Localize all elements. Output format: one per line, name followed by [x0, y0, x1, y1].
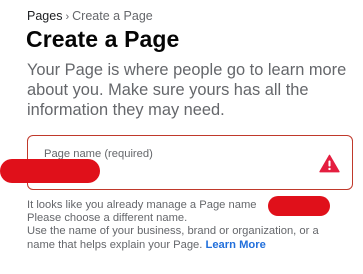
- hint-line2-text: name that helps explain your Page.: [27, 238, 203, 251]
- redaction-mark: [268, 196, 330, 216]
- page-title: Create a Page: [26, 26, 180, 52]
- warning-triangle-icon: [319, 154, 340, 173]
- breadcrumb-separator: ›: [65, 11, 70, 23]
- learn-more-link[interactable]: Learn More: [206, 239, 266, 251]
- breadcrumb-pages-link[interactable]: Pages: [27, 9, 62, 23]
- create-page-panel: Pages › Create a Page Create a Page Your P…: [0, 0, 363, 274]
- breadcrumb-current: Create a Page: [72, 9, 153, 23]
- breadcrumb: Pages › Create a Page: [27, 9, 153, 23]
- redaction-mark: [0, 159, 100, 183]
- page-subtitle: Your Page is where people go to learn mo…: [27, 61, 347, 119]
- hint-line2: name that helps explain your Page. Learn…: [27, 239, 353, 252]
- hint-line1: Use the name of your business, brand or …: [27, 225, 319, 238]
